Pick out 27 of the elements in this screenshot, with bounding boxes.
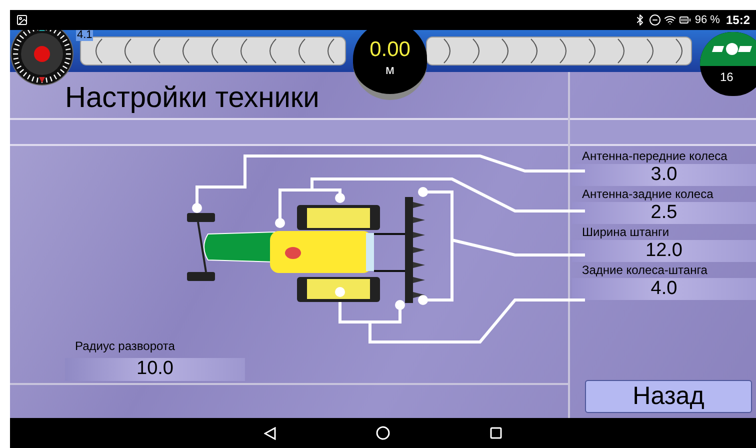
image-icon — [16, 14, 28, 26]
battery-icon — [678, 14, 691, 26]
back-icon[interactable] — [264, 426, 276, 440]
page-title: Настройки техники — [65, 81, 320, 116]
clock: 15:2 — [726, 12, 750, 29]
back-button[interactable]: Назад — [585, 380, 752, 413]
recent-apps-icon[interactable] — [490, 427, 502, 439]
compass-reading: 4.1 — [76, 30, 94, 41]
value-field[interactable]: 12.0 — [572, 240, 756, 262]
compass-icon[interactable] — [10, 30, 74, 86]
field-label: Радиус разворота — [74, 338, 176, 355]
speed-value: 0.00 — [370, 38, 410, 62]
home-icon[interactable] — [376, 426, 390, 440]
speed-unit: м — [386, 62, 394, 78]
front-axle-drawing — [187, 213, 215, 281]
minus-circle-icon — [648, 14, 661, 26]
field-label: Антенна-передние колеса — [581, 148, 728, 164]
value-field[interactable]: 4.0 — [572, 278, 756, 300]
field-label: Антенна-задние колеса — [581, 186, 714, 202]
satellite-count: 16 — [719, 69, 734, 86]
satellite-icon[interactable] — [712, 42, 752, 56]
battery-percent: 96 % — [694, 12, 720, 28]
value-field[interactable]: 2.5 — [572, 202, 756, 224]
value-field[interactable]: 3.0 — [572, 164, 756, 186]
field-label: Ширина штанги — [581, 224, 670, 240]
value-field[interactable]: 10.0 — [65, 358, 245, 381]
field-label: Задние колеса-штанга — [581, 262, 708, 278]
